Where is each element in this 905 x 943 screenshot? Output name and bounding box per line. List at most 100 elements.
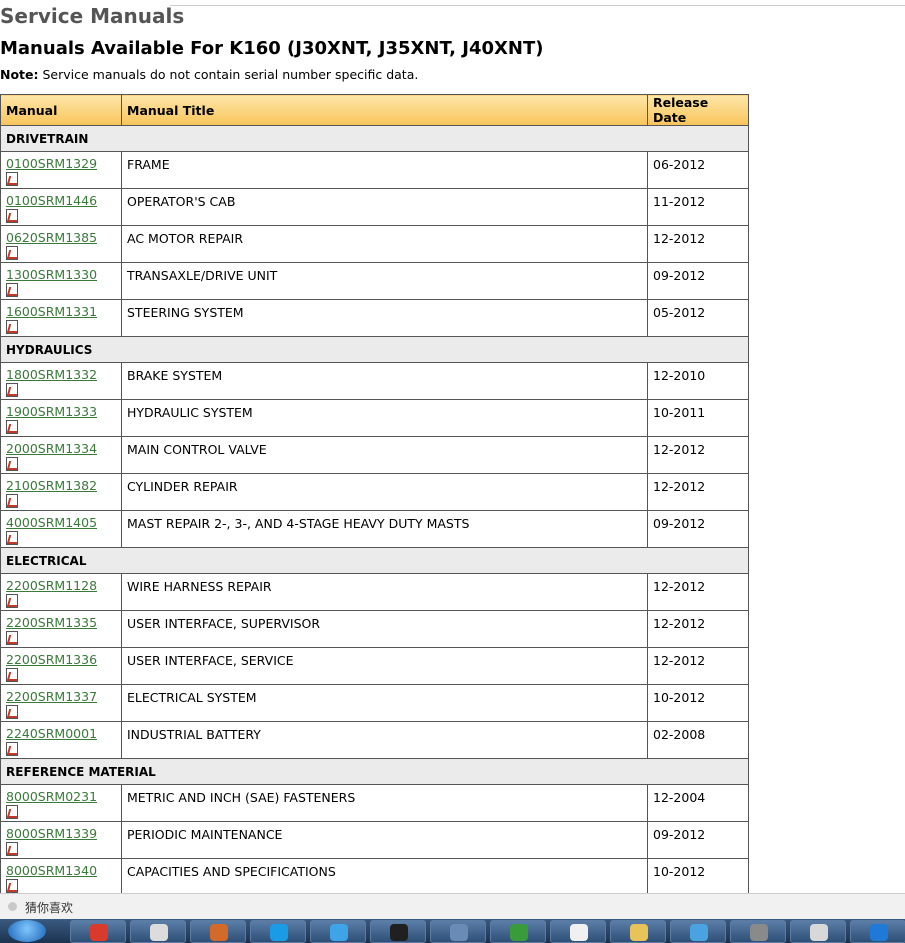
taskbar-button[interactable] (370, 920, 426, 943)
manual-link[interactable]: 1900SRM1333 (6, 405, 116, 419)
chat-bird-icon (330, 924, 348, 941)
pdf-icon[interactable] (6, 742, 18, 756)
pdf-icon[interactable] (6, 594, 18, 608)
manual-link[interactable]: 2240SRM0001 (6, 727, 116, 741)
manual-link[interactable]: 2200SRM1336 (6, 653, 116, 667)
manual-title: MAST REPAIR 2-, 3-, AND 4-STAGE HEAVY DU… (121, 510, 648, 548)
manual-title: CAPACITIES AND SPECIFICATIONS (121, 858, 648, 893)
pdf-icon[interactable] (6, 879, 18, 893)
taskbar-button[interactable] (850, 920, 905, 943)
release-date-cell: 10-2012 (647, 684, 749, 722)
pdf-icon[interactable] (6, 172, 18, 186)
manual-link[interactable]: 0100SRM1329 (6, 157, 116, 171)
pdf-icon[interactable] (6, 705, 18, 719)
manual-link[interactable]: 4000SRM1405 (6, 516, 116, 530)
taskbar-button[interactable] (310, 920, 366, 943)
taskbar-button[interactable] (190, 920, 246, 943)
pdf-icon[interactable] (6, 531, 18, 545)
note-label: Note: (0, 67, 39, 82)
taskbar-button[interactable] (790, 920, 846, 943)
manual-title: AC MOTOR REPAIR (121, 225, 648, 263)
start-button[interactable] (8, 920, 46, 942)
pdf-icon[interactable] (6, 668, 18, 682)
section-row: DRIVETRAIN (0, 125, 749, 152)
manual-title: PERIODIC MAINTENANCE (121, 821, 648, 859)
table-row: 8000SRM1339 PERIODIC MAINTENANCE 09-2012 (0, 821, 749, 859)
release-date: 09-2012 (653, 268, 706, 283)
car-diagnostic-icon (450, 924, 468, 941)
manual-link[interactable]: 8000SRM1340 (6, 864, 116, 878)
manual-link[interactable]: 2200SRM1335 (6, 616, 116, 630)
manual-cell: 2000SRM1334 (0, 436, 122, 474)
manual-link[interactable]: 8000SRM0231 (6, 790, 116, 804)
manual-title: CYLINDER REPAIR (121, 473, 648, 511)
pdf-icon[interactable] (6, 383, 18, 397)
manual-link[interactable]: 0100SRM1446 (6, 194, 116, 208)
vo-app-icon (810, 924, 828, 941)
pdf-icon[interactable] (6, 457, 18, 471)
manual-link[interactable]: 2100SRM1382 (6, 479, 116, 493)
release-date-cell: 09-2012 (647, 262, 749, 300)
pdf-icon[interactable] (6, 209, 18, 223)
column-header-release-date: Release Date (647, 94, 749, 126)
release-date-cell: 12-2012 (647, 647, 749, 685)
section-title: REFERENCE MATERIAL (0, 758, 749, 785)
pdf-icon[interactable] (6, 805, 18, 819)
manual-link[interactable]: 1300SRM1330 (6, 268, 116, 282)
airplane-icon (690, 924, 708, 941)
manual-link[interactable]: 1800SRM1332 (6, 368, 116, 382)
manual-cell: 1300SRM1330 (0, 262, 122, 300)
manual-link[interactable]: 0620SRM1385 (6, 231, 116, 245)
release-date-cell: 12-2012 (647, 436, 749, 474)
taskbar-button[interactable] (670, 920, 726, 943)
page-content: Service Manuals Manuals Available For K1… (0, 0, 905, 893)
release-date-cell: 09-2012 (647, 821, 749, 859)
table-row: 1600SRM1331 STEERING SYSTEM 05-2012 (0, 299, 749, 337)
taskbar-button[interactable] (70, 920, 126, 943)
manual-link[interactable]: 2000SRM1334 (6, 442, 116, 456)
taskbar-button[interactable] (550, 920, 606, 943)
status-text[interactable]: 猜你喜欢 (25, 899, 73, 916)
taskbar-button[interactable] (130, 920, 186, 943)
qq-penguin-icon (390, 924, 408, 941)
release-date: 09-2012 (653, 516, 706, 531)
release-date: 02-2008 (653, 727, 706, 742)
manual-cell: 8000SRM1340 (0, 858, 122, 893)
manual-cell: 8000SRM0231 (0, 784, 122, 822)
manual-cell: 8000SRM1339 (0, 821, 122, 859)
taskbar-button[interactable] (430, 920, 486, 943)
table-row: 8000SRM1340 CAPACITIES AND SPECIFICATIONS… (0, 858, 749, 893)
note-body: Service manuals do not contain serial nu… (38, 67, 419, 82)
pdf-icon[interactable] (6, 420, 18, 434)
manual-link[interactable]: 2200SRM1128 (6, 579, 116, 593)
taskbar-button[interactable] (250, 920, 306, 943)
table-row: 2200SRM1337 ELECTRICAL SYSTEM 10-2012 (0, 684, 749, 722)
taskbar-button[interactable] (490, 920, 546, 943)
pdf-icon[interactable] (6, 842, 18, 856)
title-divider (170, 5, 905, 6)
pdf-icon[interactable] (6, 283, 18, 297)
release-date: 10-2012 (653, 690, 706, 705)
manual-link[interactable]: 1600SRM1331 (6, 305, 116, 319)
manual-link[interactable]: 2200SRM1337 (6, 690, 116, 704)
manual-link[interactable]: 8000SRM1339 (6, 827, 116, 841)
taskbar-button[interactable] (610, 920, 666, 943)
pdf-icon[interactable] (6, 631, 18, 645)
table-row: 2240SRM0001 INDUSTRIAL BATTERY 02-2008 (0, 721, 749, 759)
taskbar-button[interactable] (730, 920, 786, 943)
manual-title: USER INTERFACE, SUPERVISOR (121, 610, 648, 648)
manual-title: FRAME (121, 151, 648, 189)
page-subtitle: Manuals Available For K160 (J30XNT, J35X… (0, 38, 544, 59)
release-date: 12-2012 (653, 616, 706, 631)
manual-cell: 4000SRM1405 (0, 510, 122, 548)
taskbar (0, 919, 905, 943)
pdf-icon[interactable] (6, 320, 18, 334)
pdf-icon[interactable] (6, 246, 18, 260)
device-icon (750, 924, 768, 941)
manual-cell: 2240SRM0001 (0, 721, 122, 759)
manual-title: MAIN CONTROL VALVE (121, 436, 648, 474)
pdf-icon[interactable] (6, 494, 18, 508)
manual-title: USER INTERFACE, SERVICE (121, 647, 648, 685)
section-title: ELECTRICAL (0, 547, 749, 574)
manual-cell: 2200SRM1337 (0, 684, 122, 722)
